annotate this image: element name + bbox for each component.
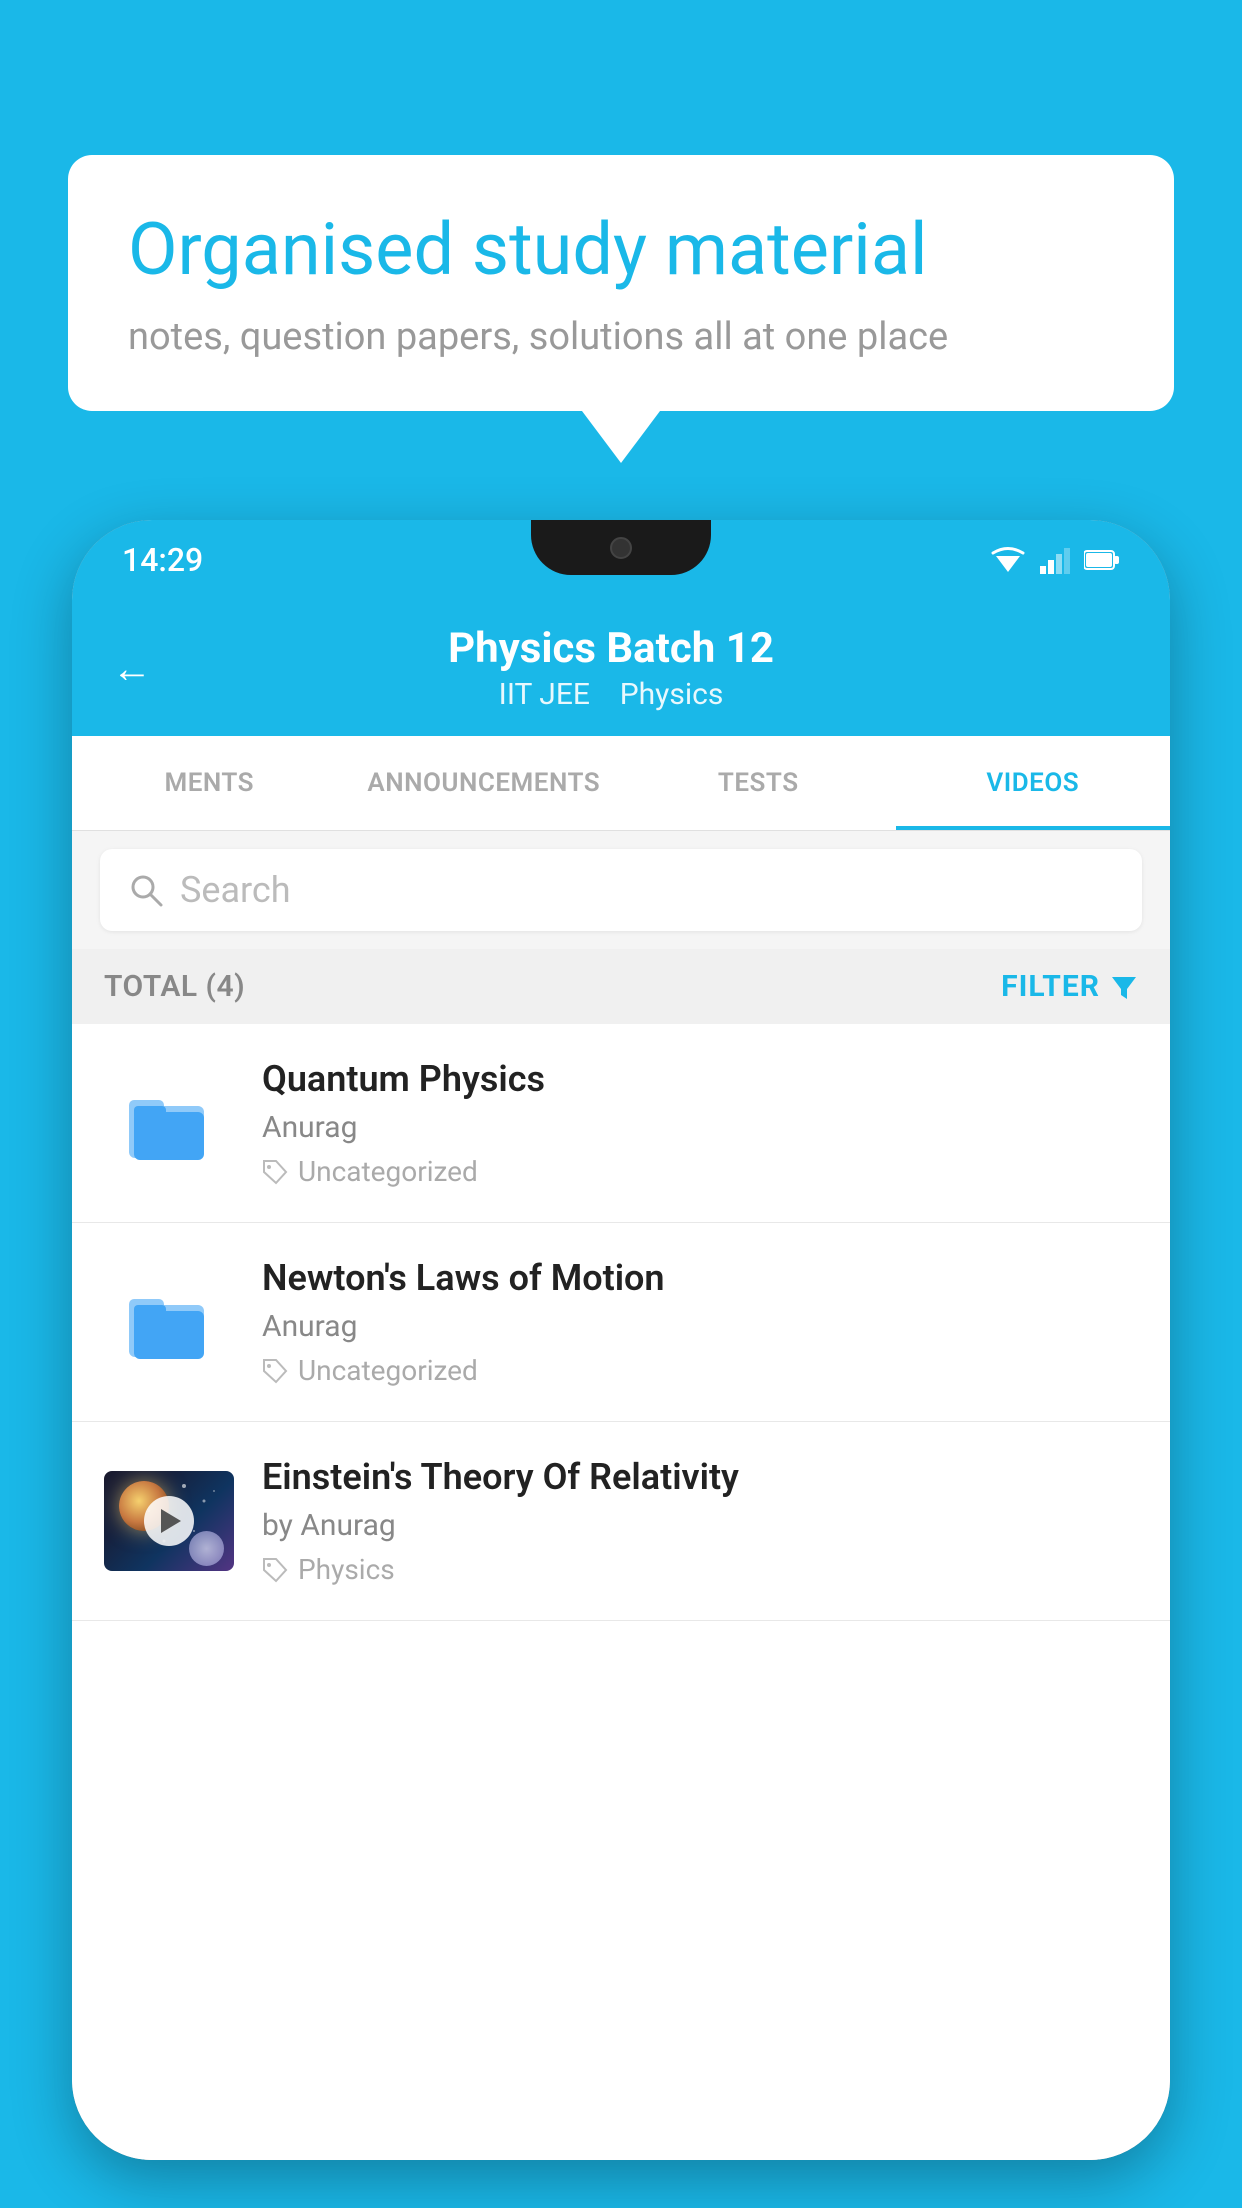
signal-icon	[1040, 546, 1070, 574]
video-author: Anurag	[262, 1309, 1138, 1344]
status-time: 14:29	[122, 541, 203, 579]
video-tag: Physics	[262, 1553, 1138, 1586]
video-tag: Uncategorized	[262, 1354, 1138, 1387]
video-title: Newton's Laws of Motion	[262, 1257, 1138, 1299]
filter-button[interactable]: FILTER	[1001, 969, 1138, 1004]
video-info: Newton's Laws of Motion Anurag Uncategor…	[262, 1257, 1138, 1387]
status-bar: 14:29	[72, 520, 1170, 600]
video-list: Quantum Physics Anurag Uncategorized	[72, 1024, 1170, 2160]
tab-videos[interactable]: VIDEOS	[896, 736, 1171, 830]
list-item[interactable]: Quantum Physics Anurag Uncategorized	[72, 1024, 1170, 1223]
bubble-title: Organised study material	[128, 207, 1114, 293]
header-subtitle: IIT JEE Physics	[182, 677, 1040, 712]
status-icons	[990, 546, 1120, 574]
tabs-bar: MENTS ANNOUNCEMENTS TESTS VIDEOS	[72, 736, 1170, 831]
video-thumbnail	[104, 1471, 234, 1571]
video-title: Quantum Physics	[262, 1058, 1138, 1100]
tab-ments[interactable]: MENTS	[72, 736, 347, 830]
phone-screen-inner: 14:29	[72, 520, 1170, 2160]
folder-icon	[124, 1277, 214, 1367]
app-header: ← Physics Batch 12 IIT JEE Physics	[72, 600, 1170, 736]
phone-screen: 14:29	[72, 520, 1170, 2160]
folder-icon	[124, 1078, 214, 1168]
filter-icon	[1110, 973, 1138, 1001]
search-placeholder: Search	[180, 869, 291, 911]
list-item[interactable]: Newton's Laws of Motion Anurag Uncategor…	[72, 1223, 1170, 1422]
phone-frame: 14:29	[72, 520, 1170, 2160]
header-subtitle-physics: Physics	[620, 677, 724, 712]
notch	[531, 520, 711, 575]
folder-icon-container	[104, 1272, 234, 1372]
wifi-icon	[990, 546, 1026, 574]
filter-bar: TOTAL (4) FILTER	[72, 949, 1170, 1024]
header-main-title: Physics Batch 12	[182, 624, 1040, 673]
video-tag: Uncategorized	[262, 1155, 1138, 1188]
tag-icon	[262, 1358, 288, 1384]
play-triangle-icon	[161, 1509, 181, 1533]
search-bar[interactable]: Search	[100, 849, 1142, 931]
video-author: Anurag	[262, 1110, 1138, 1145]
total-count: TOTAL (4)	[104, 969, 245, 1004]
search-icon	[128, 872, 164, 908]
video-author: by Anurag	[262, 1508, 1138, 1543]
video-info: Einstein's Theory Of Relativity by Anura…	[262, 1456, 1138, 1586]
tab-tests[interactable]: TESTS	[621, 736, 896, 830]
back-button[interactable]: ←	[112, 645, 152, 692]
play-button[interactable]	[144, 1496, 194, 1546]
folder-icon-container	[104, 1073, 234, 1173]
tag-icon	[262, 1159, 288, 1185]
search-container: Search	[72, 831, 1170, 949]
tab-announcements[interactable]: ANNOUNCEMENTS	[347, 736, 622, 830]
tag-icon	[262, 1557, 288, 1583]
list-item[interactable]: Einstein's Theory Of Relativity by Anura…	[72, 1422, 1170, 1621]
bubble-subtitle: notes, question papers, solutions all at…	[128, 315, 1114, 359]
battery-icon	[1084, 549, 1120, 571]
video-info: Quantum Physics Anurag Uncategorized	[262, 1058, 1138, 1188]
header-title-block: Physics Batch 12 IIT JEE Physics	[182, 624, 1040, 712]
speech-bubble: Organised study material notes, question…	[68, 155, 1174, 411]
camera	[610, 537, 632, 559]
header-subtitle-iitjee: IIT JEE	[499, 677, 590, 712]
speech-bubble-container: Organised study material notes, question…	[68, 155, 1174, 411]
video-title: Einstein's Theory Of Relativity	[262, 1456, 1138, 1498]
